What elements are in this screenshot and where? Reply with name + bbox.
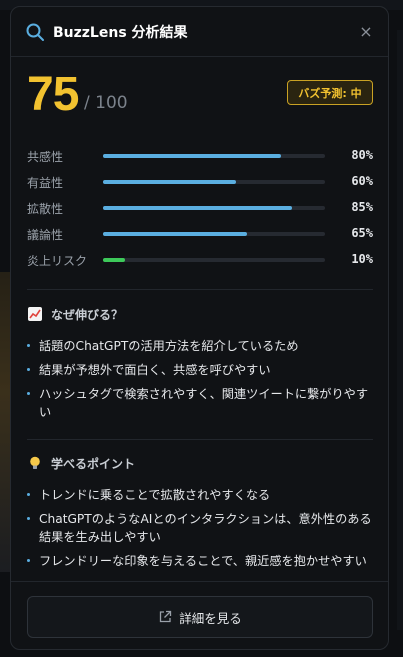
- score-max: / 100: [84, 93, 128, 113]
- divider: [27, 289, 373, 290]
- metric-label: 拡散性: [27, 202, 64, 216]
- list-item: 結果が予想外で面白く、共感を呼びやすい: [27, 361, 377, 379]
- light-bulb-icon: [27, 455, 43, 471]
- metrics-list: 共感性 80% 有益性 60% 拡散性 85% 議論性 65% 炎上リスク 10%: [27, 145, 373, 275]
- metric-bar-track: [103, 154, 325, 158]
- chart-increasing-icon: [27, 306, 43, 322]
- buzzlens-popup: BuzzLens 分析結果 × 75 / 100 バズ予測: 中 共感性 80% 有…: [10, 6, 389, 650]
- popup-title: BuzzLens 分析結果: [53, 24, 188, 41]
- learn-list: トレンドに乗ることで拡散されやすくなる ChatGPTのようなAIとのインタラクシ…: [27, 486, 377, 570]
- metric-bar-fill: [103, 258, 126, 262]
- view-details-button[interactable]: 詳細を見る: [27, 596, 373, 638]
- metric-bar-track: [103, 232, 325, 236]
- metric-bar-fill: [103, 180, 237, 184]
- metric-bar-track: [103, 206, 325, 210]
- divider: [27, 439, 373, 440]
- metric-label: 炎上リスク: [27, 254, 88, 268]
- metric-value: 10%: [351, 252, 373, 266]
- footer-divider: [11, 581, 388, 582]
- learn-section: 学べるポイント トレンドに乗ることで拡散されやすくなる ChatGPTのようなAI…: [27, 454, 377, 576]
- metric-label: 議論性: [27, 228, 64, 242]
- metric-row: 炎上リスク 10%: [27, 249, 373, 275]
- external-link-icon: [160, 610, 172, 623]
- metric-row: 議論性 65%: [27, 223, 373, 249]
- buzz-prediction-badge: バズ予測: 中: [287, 80, 373, 105]
- why-section-title: なぜ伸びる？: [27, 305, 377, 323]
- metric-bar-track: [103, 180, 325, 184]
- buzz-score: 75: [27, 68, 79, 121]
- list-item: トレンドに乗ることで拡散されやすくなる: [27, 486, 377, 504]
- learn-section-title: 学べるポイント: [27, 454, 377, 472]
- metric-row: 共感性 80%: [27, 145, 373, 171]
- metric-label: 共感性: [27, 150, 64, 164]
- why-section: なぜ伸びる？ 話題のChatGPTの活用方法を紹介しているため 結果が予想外で面白…: [27, 305, 377, 427]
- metric-value: 80%: [351, 148, 373, 162]
- why-list: 話題のChatGPTの活用方法を紹介しているため 結果が予想外で面白く、共感を呼び…: [27, 337, 377, 421]
- metric-bar-fill: [103, 154, 281, 158]
- list-item: フレンドリーな印象を与えることで、親近感を抱かせやすい: [27, 552, 377, 570]
- view-details-label: 詳細を見る: [179, 610, 242, 626]
- list-item: ChatGPTのようなAIとのインタラクションは、意外性のある結果を生み出しやす…: [27, 510, 377, 546]
- metric-bar-fill: [103, 232, 248, 236]
- metric-label: 有益性: [27, 176, 64, 190]
- metric-bar-fill: [103, 206, 292, 210]
- metric-bar-track: [103, 258, 325, 262]
- close-icon[interactable]: ×: [358, 22, 374, 41]
- metric-row: 有益性 60%: [27, 171, 373, 197]
- search-icon: [26, 23, 44, 41]
- popup-header: BuzzLens 分析結果 ×: [11, 7, 388, 57]
- metric-value: 60%: [351, 174, 373, 188]
- metric-row: 拡散性 85%: [27, 197, 373, 223]
- metric-value: 85%: [351, 200, 373, 214]
- list-item: 話題のChatGPTの活用方法を紹介しているため: [27, 337, 377, 355]
- metric-value: 65%: [351, 226, 373, 240]
- list-item: ハッシュタグで検索されやすく、関連ツイートに繋がりやすい: [27, 385, 377, 421]
